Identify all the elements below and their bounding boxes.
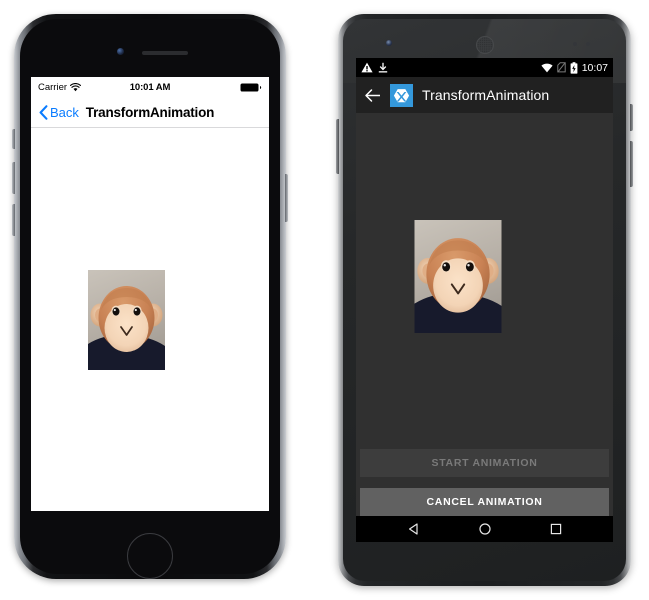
monkey-image <box>88 270 165 370</box>
xamarin-logo-icon <box>390 83 413 107</box>
cancel-animation-button[interactable]: CANCEL ANIMATION <box>360 488 609 516</box>
monkey-photo-illustration <box>88 270 165 370</box>
iphone-power-button[interactable] <box>285 174 288 222</box>
iphone-device: Carrier 10:01 AM Back TransformAnimation <box>12 14 288 579</box>
wifi-icon <box>541 63 553 72</box>
android-status-bar: 10:07 <box>356 58 613 77</box>
ios-clock: 10:01 AM <box>129 81 171 93</box>
ios-status-bar: Carrier 10:01 AM <box>31 77 269 97</box>
iphone-front-camera-icon <box>117 48 124 55</box>
download-icon <box>378 62 388 73</box>
warning-triangle-icon <box>361 62 373 73</box>
android-screen: 10:07 TransformAnimation START ANIMATION… <box>356 58 613 542</box>
page-title: TransformAnimation <box>422 87 550 103</box>
monkey-photo-illustration <box>414 220 502 333</box>
iphone-home-button[interactable] <box>127 533 173 579</box>
android-status-notifications <box>361 62 388 73</box>
android-earpiece-speaker <box>475 36 494 54</box>
arrow-left-icon[interactable] <box>364 88 381 103</box>
android-status-system-icons: 10:07 <box>541 62 608 74</box>
iphone-earpiece-speaker <box>142 51 188 55</box>
no-sim-icon <box>557 62 566 73</box>
battery-charging-icon <box>570 61 578 74</box>
chevron-left-icon <box>39 104 48 120</box>
back-button[interactable]: Back <box>39 105 79 120</box>
iphone-screen: Carrier 10:01 AM Back TransformAnimation <box>31 77 269 511</box>
back-button-label: Back <box>50 104 79 120</box>
android-navigation-bar <box>356 516 613 542</box>
android-sim-tray[interactable] <box>336 119 339 174</box>
triangle-back-icon[interactable] <box>407 522 421 536</box>
monkey-image <box>414 220 502 333</box>
android-toolbar: TransformAnimation <box>356 77 613 113</box>
android-device: 10:07 TransformAnimation START ANIMATION… <box>336 14 633 586</box>
ios-content-area: Start Animation Cancel Animation <box>31 128 269 511</box>
android-front-camera-icon <box>386 40 392 46</box>
square-recents-icon[interactable] <box>549 522 563 536</box>
android-content-area: START ANIMATION CANCEL ANIMATION <box>356 113 613 542</box>
android-proximity-sensor <box>573 42 577 46</box>
ios-navigation-bar: Back TransformAnimation <box>31 97 269 128</box>
iphone-volume-up-button[interactable] <box>12 162 15 194</box>
circle-home-icon[interactable] <box>478 522 492 536</box>
android-volume-rocker[interactable] <box>630 141 633 187</box>
iphone-mute-switch[interactable] <box>12 129 15 149</box>
iphone-volume-down-button[interactable] <box>12 204 15 236</box>
android-clock: 10:07 <box>581 61 608 74</box>
android-light-sensor <box>586 42 590 46</box>
android-power-button[interactable] <box>630 104 633 131</box>
start-animation-button[interactable]: START ANIMATION <box>360 449 609 477</box>
